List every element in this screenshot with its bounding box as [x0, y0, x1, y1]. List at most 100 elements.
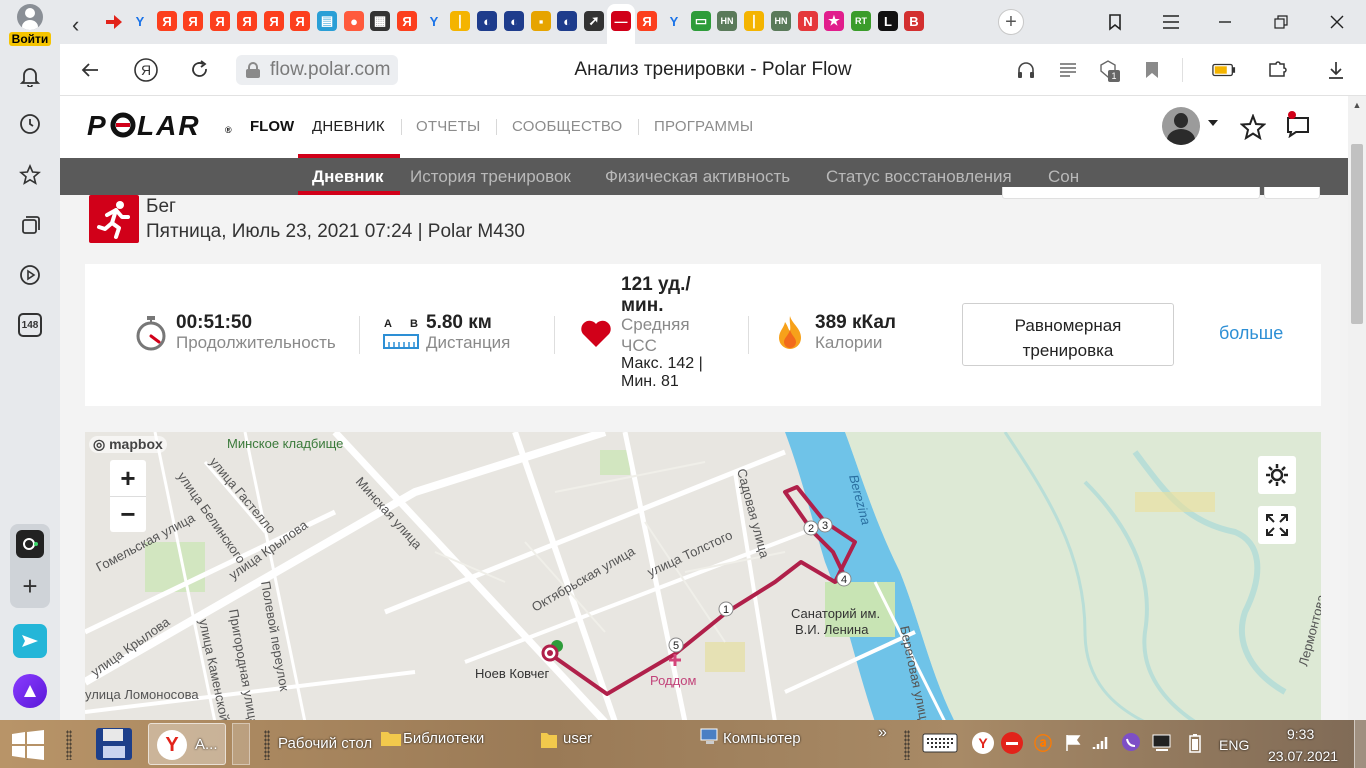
tab-favicon-icon[interactable]: RT: [851, 11, 871, 31]
tab-favicon-icon[interactable]: —: [611, 11, 631, 31]
minimize-button[interactable]: [1210, 8, 1240, 36]
taskbar-grip[interactable]: [66, 730, 72, 760]
more-link[interactable]: больше: [1219, 323, 1283, 344]
downloads-button[interactable]: [1324, 58, 1348, 82]
taskbar-scroll[interactable]: [232, 723, 250, 765]
bookmark-page-button[interactable]: [1140, 58, 1164, 82]
alice-widget-icon[interactable]: [16, 530, 44, 558]
tab-favicon-icon[interactable]: ▪: [531, 11, 551, 31]
training-benefit-button[interactable]: Равномерная тренировка: [962, 303, 1174, 366]
notifications-button[interactable]: [0, 56, 60, 96]
tabs-manager-button[interactable]: [1100, 8, 1130, 36]
messages-button[interactable]: [1284, 110, 1314, 143]
tab-favicon-icon[interactable]: B: [904, 11, 924, 31]
avatar[interactable]: [1162, 107, 1200, 145]
taskbar-grip[interactable]: [264, 730, 270, 760]
tab-favicon-icon[interactable]: HN: [717, 11, 737, 31]
restore-button[interactable]: [1266, 8, 1296, 36]
start-button[interactable]: [10, 729, 46, 766]
bookmarks-button[interactable]: [0, 155, 60, 195]
scroll-up-arrow[interactable]: ▲: [1352, 100, 1362, 110]
toolbar-computer[interactable]: Компьютер: [723, 730, 801, 747]
tab-favicon-icon[interactable]: Я: [183, 11, 203, 31]
alice-button[interactable]: [13, 674, 47, 708]
tab-favicon-icon[interactable]: ◐: [557, 11, 577, 31]
messenger-button[interactable]: [13, 624, 47, 658]
viber-icon[interactable]: [1120, 732, 1142, 754]
close-window-button[interactable]: [1322, 8, 1352, 36]
header-action-stub[interactable]: [1002, 187, 1260, 199]
tab-favicon-icon[interactable]: L: [878, 11, 898, 31]
flow-label[interactable]: FLOW: [250, 118, 294, 135]
subnav-sleep[interactable]: Сон: [1048, 167, 1079, 187]
avast-icon[interactable]: ⓐ: [1032, 732, 1054, 754]
nav-programs[interactable]: ПРОГРАММЫ: [654, 118, 753, 135]
tab-favicon-icon[interactable]: ▤: [317, 11, 337, 31]
collections-button[interactable]: [0, 205, 60, 245]
zoom-out-button[interactable]: −: [110, 496, 146, 532]
language-indicator[interactable]: ENG: [1219, 737, 1249, 753]
toolbar-libraries[interactable]: Библиотеки: [403, 730, 484, 747]
tab-favicon-icon[interactable]: Y: [130, 11, 150, 31]
menu-button[interactable]: [1156, 8, 1186, 36]
tab-favicon-icon[interactable]: N: [798, 11, 818, 31]
video-button[interactable]: [0, 255, 60, 295]
polar-logo[interactable]: P LAR ®: [87, 110, 232, 147]
login-button[interactable]: Войти: [6, 4, 54, 50]
tab-favicon-icon[interactable]: Я: [157, 11, 177, 31]
tab-favicon-icon[interactable]: ➚: [584, 11, 604, 31]
nav-community[interactable]: СООБЩЕСТВО: [512, 118, 622, 135]
nav-diary[interactable]: ДНЕВНИК: [312, 118, 385, 135]
subnav-diary[interactable]: Дневник: [312, 167, 384, 187]
subnav-training-history[interactable]: История тренировок: [410, 167, 571, 187]
reader-audio-button[interactable]: [1014, 58, 1038, 82]
tab-favicon-icon[interactable]: Y: [424, 11, 444, 31]
tab-favicon-icon[interactable]: Y: [664, 11, 684, 31]
extensions-button[interactable]: [1266, 58, 1290, 82]
tab-favicon-icon[interactable]: ●: [344, 11, 364, 31]
tab-favicon-icon[interactable]: ◐: [504, 11, 524, 31]
taskbar-grip[interactable]: [904, 730, 910, 760]
tab-favicon-icon[interactable]: ◐: [477, 11, 497, 31]
history-button[interactable]: [0, 104, 60, 144]
header-action-stub[interactable]: [1264, 187, 1320, 199]
tabs-scroll-left[interactable]: ‹: [72, 12, 79, 38]
chevron-down-icon[interactable]: [1208, 120, 1218, 126]
reload-button[interactable]: [186, 56, 214, 84]
tab-favicon-icon[interactable]: ▭: [691, 11, 711, 31]
tab-favicon-icon[interactable]: ❘: [744, 11, 764, 31]
tab-favicon-icon[interactable]: ▦: [370, 11, 390, 31]
taskbar-browser-button[interactable]: Y А...: [148, 723, 226, 765]
flag-icon[interactable]: [1062, 732, 1084, 754]
fullscreen-button[interactable]: [1258, 506, 1296, 544]
protect-button[interactable]: 1: [1096, 58, 1120, 82]
toolbar-user[interactable]: user: [563, 730, 592, 747]
counter-button[interactable]: 148: [0, 305, 60, 345]
tab-favicon-icon[interactable]: Я: [397, 11, 417, 31]
url-field[interactable]: flow.polar.com: [236, 55, 399, 85]
tab-favicon-icon[interactable]: Я: [637, 11, 657, 31]
show-desktop-button[interactable]: [1354, 720, 1366, 768]
clock-time[interactable]: 9:33: [1287, 726, 1314, 742]
back-button[interactable]: [76, 56, 104, 84]
favorites-button[interactable]: [1239, 113, 1267, 145]
map-canvas[interactable]: 1 2 3 4 5 Минское кладбище улица Гастелл…: [85, 432, 1321, 720]
add-widget-button[interactable]: +: [16, 571, 44, 601]
yandex-tray-icon[interactable]: Y: [972, 732, 994, 754]
map-settings-button[interactable]: [1258, 456, 1296, 494]
yandex-home-button[interactable]: Я: [132, 56, 160, 84]
save-app-button[interactable]: [94, 726, 134, 767]
tab-favicon-icon[interactable]: ❘: [450, 11, 470, 31]
subnav-activity[interactable]: Физическая активность: [605, 167, 790, 187]
page-scrollbar[interactable]: ▲: [1348, 96, 1366, 720]
tab-favicon-icon[interactable]: HN: [771, 11, 791, 31]
keyboard-icon[interactable]: [922, 732, 958, 754]
zoom-in-button[interactable]: +: [110, 460, 146, 496]
clock-date[interactable]: 23.07.2021: [1268, 748, 1338, 764]
stop-tray-icon[interactable]: [1001, 732, 1023, 754]
network-icon[interactable]: [1152, 732, 1174, 754]
route-map[interactable]: 1 2 3 4 5 Минское кладбище улица Гастелл…: [85, 432, 1321, 720]
reader-mode-button[interactable]: [1056, 58, 1080, 82]
toolbar-desktop[interactable]: Рабочий стол: [278, 735, 372, 752]
signal-icon[interactable]: [1090, 732, 1112, 754]
